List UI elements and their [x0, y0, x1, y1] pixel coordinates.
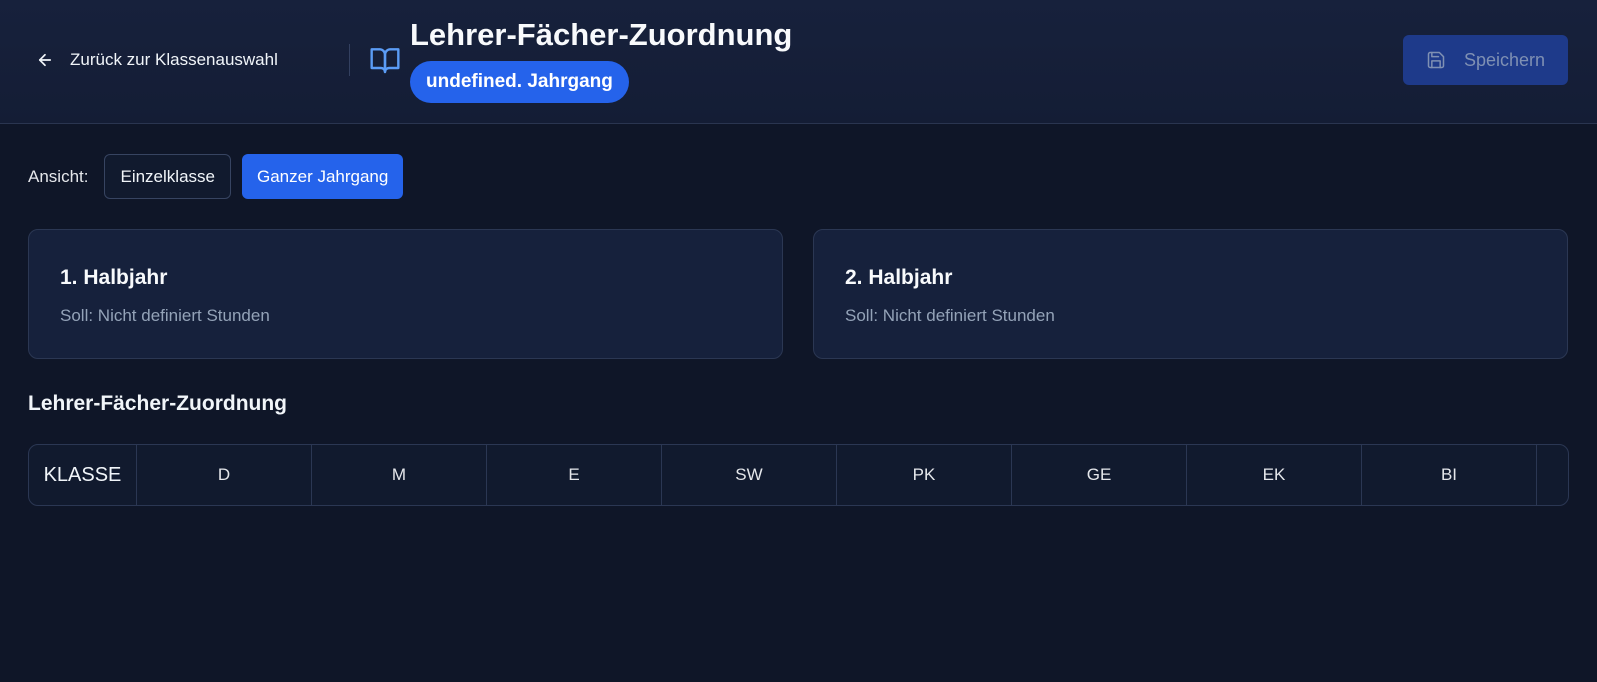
column-header-sw: SW: [662, 445, 837, 505]
halbjahr-2-card: 2. Halbjahr Soll: Nicht definiert Stunde…: [813, 229, 1568, 359]
column-header-e: E: [487, 445, 662, 505]
column-header-bi: BI: [1362, 445, 1537, 505]
save-icon: [1427, 51, 1445, 69]
column-header-pk: PK: [837, 445, 1012, 505]
halbjahr-2-title: 2. Halbjahr: [845, 266, 953, 289]
column-header-overflow: [1537, 445, 1568, 505]
back-button-label: Zurück zur Klassenauswahl: [70, 50, 278, 69]
halbjahr-1-card: 1. Halbjahr Soll: Nicht definiert Stunde…: [28, 229, 783, 359]
save-button-label: Speichern: [1463, 49, 1546, 70]
view-single-class-button[interactable]: Einzelklasse: [104, 154, 231, 199]
year-badge: undefined. Jahrgang: [410, 61, 629, 103]
view-label: Ansicht:: [28, 166, 89, 186]
column-header-klasse: KLASSE: [29, 445, 137, 505]
view-whole-year-button[interactable]: Ganzer Jahrgang: [241, 154, 404, 199]
back-to-class-selection-button[interactable]: Zurück zur Klassenauswahl: [36, 40, 278, 80]
view-switcher: Ansicht: Einzelklasse Ganzer Jahrgang: [28, 154, 404, 199]
app-header: Zurück zur Klassenauswahl Lehrer-Fächer-…: [0, 0, 1597, 124]
column-header-d: D: [137, 445, 312, 505]
assignment-table: KLASSE D M E SW PK GE EK BI: [28, 444, 1569, 506]
book-open-icon: [370, 48, 400, 74]
column-header-ek: EK: [1187, 445, 1362, 505]
header-divider: [349, 44, 350, 76]
halbjahr-1-title: 1. Halbjahr: [60, 266, 168, 289]
column-header-m: M: [312, 445, 487, 505]
halbjahr-2-target-hours: Soll: Nicht definiert Stunden: [845, 306, 1055, 325]
save-button[interactable]: Speichern: [1403, 35, 1568, 85]
halbjahr-1-target-hours: Soll: Nicht definiert Stunden: [60, 306, 270, 325]
arrow-left-icon: [38, 53, 52, 67]
assignment-section-title: Lehrer-Fächer-Zuordnung: [28, 392, 288, 415]
column-header-ge: GE: [1012, 445, 1187, 505]
page-title: Lehrer-Fächer-Zuordnung: [410, 17, 793, 52]
